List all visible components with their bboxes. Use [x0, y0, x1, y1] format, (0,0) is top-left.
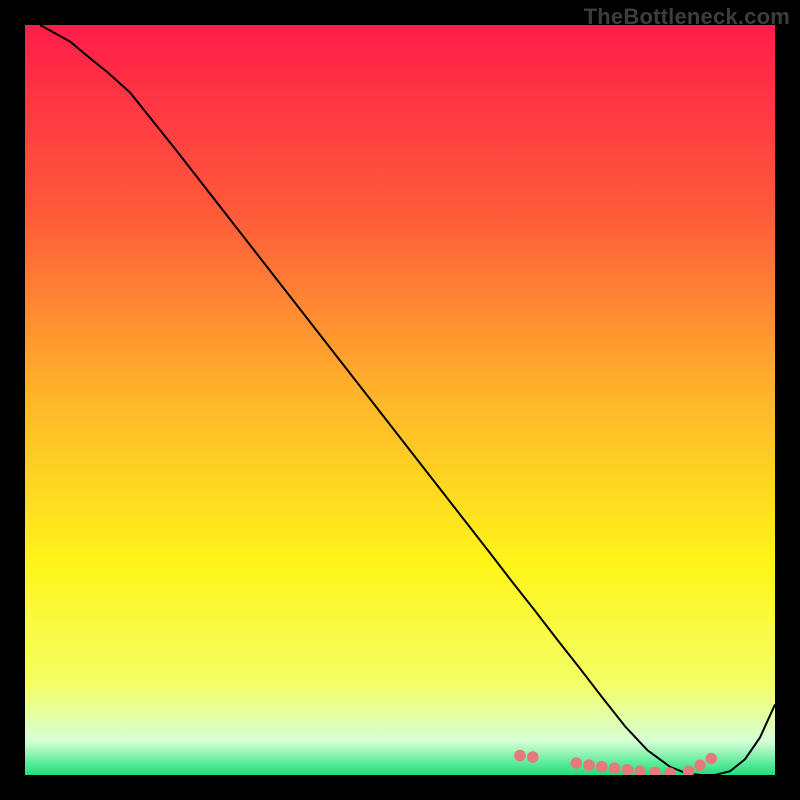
marker-dot: [583, 759, 595, 771]
watermark-text: TheBottleneck.com: [584, 4, 790, 30]
marker-dot: [694, 759, 706, 771]
marker-dot: [514, 750, 526, 762]
marker-dot: [570, 757, 582, 769]
marker-dot: [705, 753, 717, 765]
marker-dot: [596, 761, 608, 773]
marker-dot: [527, 751, 539, 763]
marker-dot: [609, 762, 621, 774]
chart-svg: [25, 25, 775, 775]
gradient-background: [25, 25, 775, 775]
chart-container: TheBottleneck.com: [0, 0, 800, 800]
